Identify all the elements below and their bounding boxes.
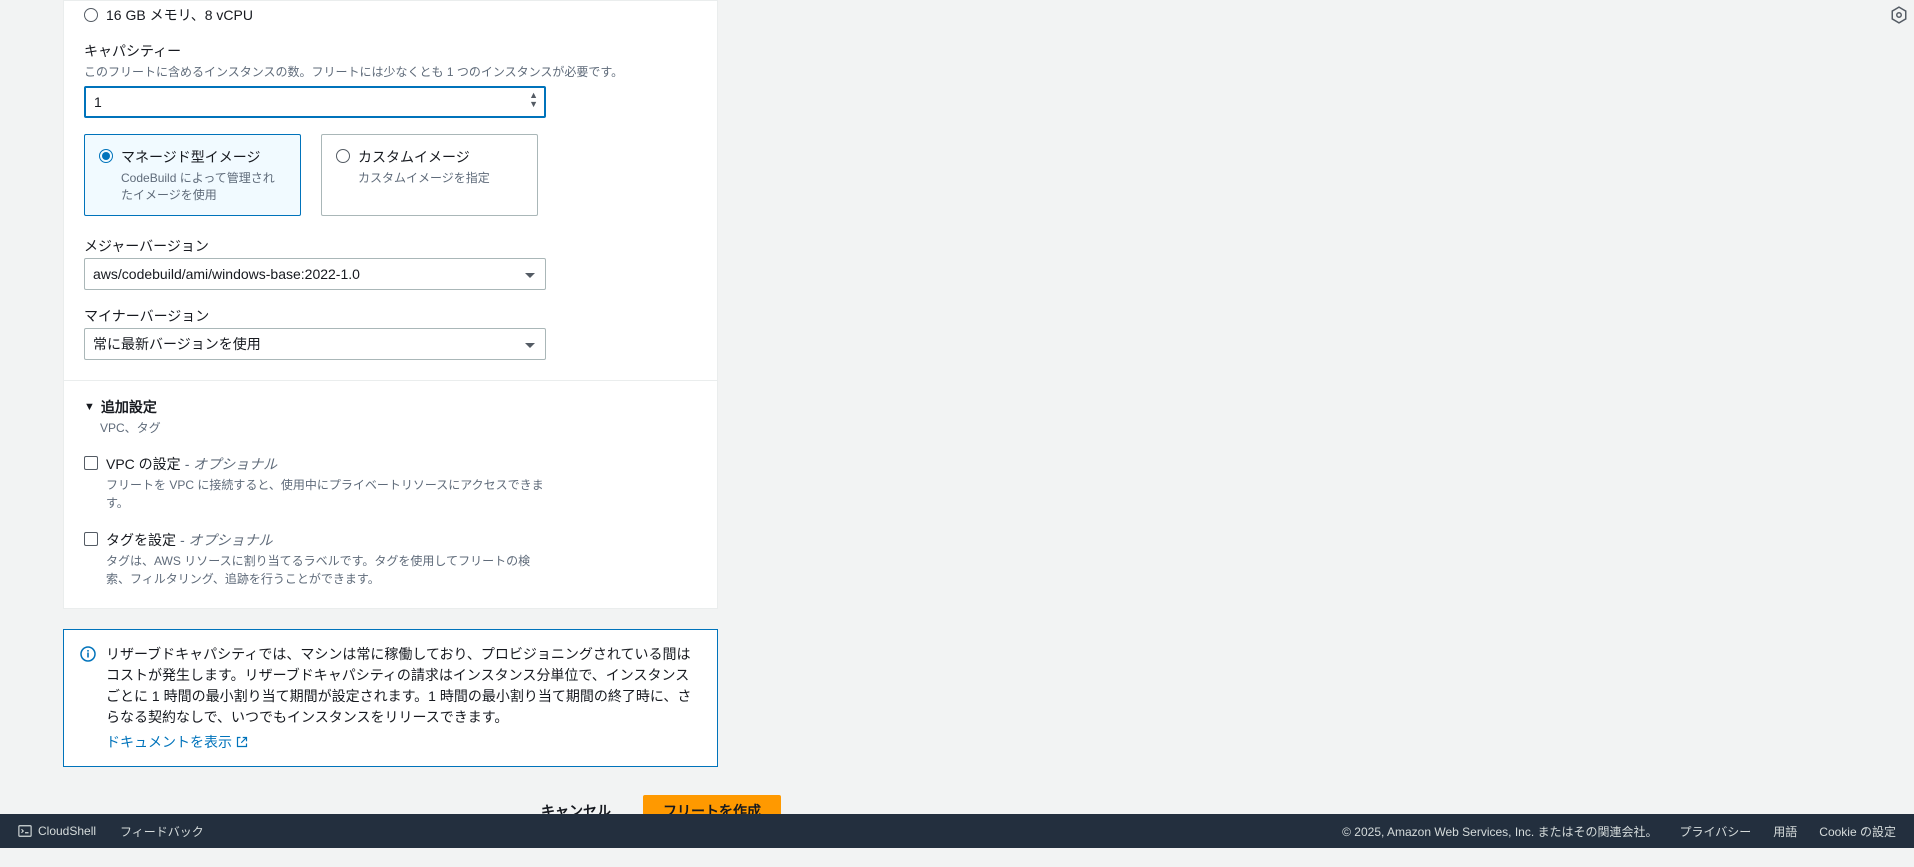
info-box: リザーブドキャパシティでは、マシンは常に稼働しており、プロビジョニングされている… [63, 629, 718, 767]
tile-custom-desc: カスタムイメージを指定 [358, 169, 490, 186]
minor-version-label: マイナーバージョン [84, 306, 697, 326]
tile-managed-desc: CodeBuild によって管理されたイメージを使用 [121, 169, 286, 203]
vpc-desc: フリートを VPC に接続すると、使用中にプライベートリソースにアクセスできます… [106, 476, 546, 512]
number-spinner[interactable]: ▲ ▼ [529, 91, 538, 109]
tags-checkbox[interactable] [84, 532, 98, 546]
terms-link[interactable]: 用語 [1773, 823, 1797, 840]
footer: CloudShell フィードバック © 2025, Amazon Web Se… [0, 814, 1914, 848]
caret-down-icon [525, 266, 535, 282]
vpc-checkbox[interactable] [84, 456, 98, 470]
privacy-link[interactable]: プライバシー [1680, 823, 1752, 840]
info-icon [80, 646, 96, 662]
external-link-icon [236, 736, 248, 748]
triangle-down-icon: ▼ [84, 401, 95, 413]
tile-managed-image[interactable]: マネージド型イメージ CodeBuild によって管理されたイメージを使用 [84, 134, 301, 216]
radio-icon [336, 149, 350, 163]
additional-settings-toggle[interactable]: ▼ 追加設定 [84, 397, 697, 417]
radio-icon[interactable] [84, 8, 98, 22]
terminal-icon [18, 824, 32, 838]
vpc-label: VPC の設定 - オプショナル [106, 456, 277, 472]
tags-desc: タグは、AWS リソースに割り当てるラベルです。タグを使用してフリートの検索、フ… [106, 552, 546, 588]
info-text: リザーブドキャパシティでは、マシンは常に稼働しており、プロビジョニングされている… [106, 644, 701, 728]
radio-icon [99, 149, 113, 163]
minor-version-select[interactable]: 常に最新バージョンを使用 [84, 328, 546, 360]
minor-version-value: 常に最新バージョンを使用 [93, 334, 261, 354]
capacity-label: キャパシティー [84, 41, 697, 61]
chevron-down-icon[interactable]: ▼ [529, 100, 538, 109]
feedback-link[interactable]: フィードバック [120, 823, 204, 840]
capacity-input[interactable]: 1 ▲ ▼ [84, 86, 546, 118]
cookie-link[interactable]: Cookie の設定 [1819, 823, 1896, 840]
tile-managed-title: マネージド型イメージ [121, 147, 286, 167]
config-panel: 16 GB メモリ、8 vCPU キャパシティー このフリートに含めるインスタン… [63, 0, 718, 609]
tags-label: タグを設定 - オプショナル [106, 532, 272, 548]
tile-custom-image[interactable]: カスタムイメージ カスタムイメージを指定 [321, 134, 538, 216]
capacity-hint: このフリートに含めるインスタンスの数。フリートには少なくとも 1 つのインスタン… [84, 63, 697, 80]
copyright-text: © 2025, Amazon Web Services, Inc. またはその関… [1342, 823, 1657, 840]
memory-option-label: 16 GB メモリ、8 vCPU [106, 5, 253, 25]
major-version-label: メジャーバージョン [84, 236, 697, 256]
settings-gear-icon[interactable] [1890, 6, 1910, 26]
major-version-value: aws/codebuild/ami/windows-base:2022-1.0 [93, 266, 360, 282]
caret-down-icon [525, 336, 535, 352]
additional-settings-sub: VPC、タグ [100, 419, 697, 436]
major-version-select[interactable]: aws/codebuild/ami/windows-base:2022-1.0 [84, 258, 546, 290]
memory-option-row[interactable]: 16 GB メモリ、8 vCPU [84, 5, 697, 25]
cloudshell-link[interactable]: CloudShell [18, 824, 96, 838]
additional-settings-title: 追加設定 [101, 397, 157, 417]
capacity-value: 1 [94, 94, 102, 110]
info-doc-link[interactable]: ドキュメントを表示 [106, 732, 248, 752]
tile-custom-title: カスタムイメージ [358, 147, 490, 167]
